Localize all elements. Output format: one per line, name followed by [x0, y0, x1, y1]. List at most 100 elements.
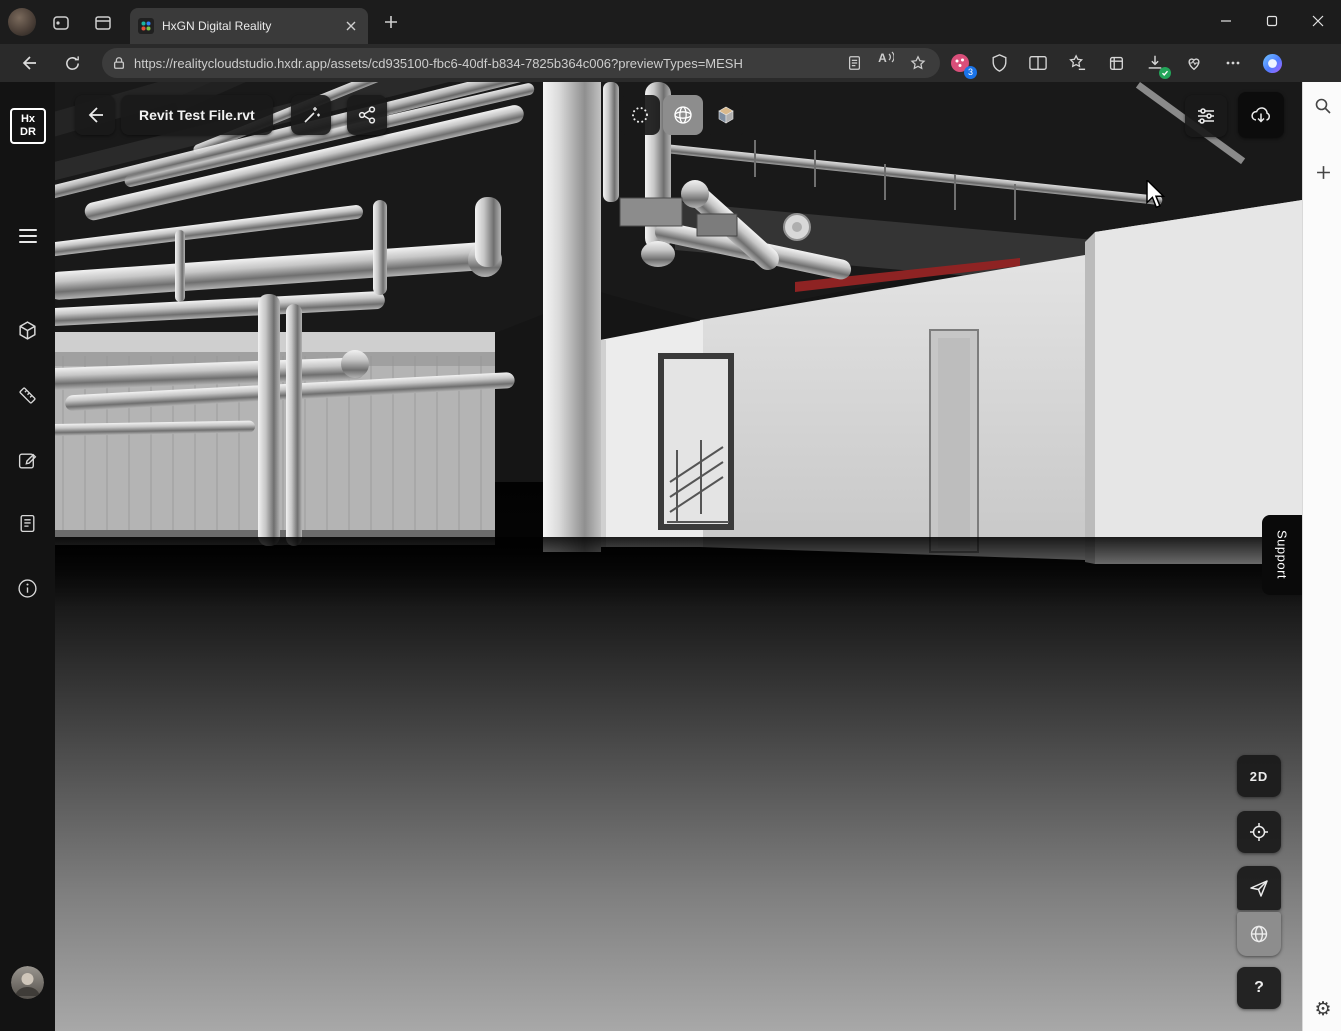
edge-sidebar: ⚙: [1302, 82, 1341, 1031]
sidebar-item-assets[interactable]: [9, 312, 46, 349]
asset-title-chip: Revit Test File.rvt: [121, 95, 273, 135]
viewer-3d-scene[interactable]: [55, 82, 1302, 1031]
refresh-button[interactable]: [58, 49, 86, 77]
read-aloud-button[interactable]: A: [874, 51, 898, 75]
tab-actions-button[interactable]: [90, 10, 116, 36]
extension-button-2[interactable]: [985, 49, 1013, 77]
sliders-icon: [1196, 106, 1216, 126]
read-aloud-icon: A: [878, 51, 887, 65]
page-icon: [847, 55, 862, 71]
fly-navigation-button[interactable]: [1237, 866, 1281, 910]
more-icon: [1225, 55, 1241, 71]
share-button[interactable]: [347, 95, 387, 135]
copilot-icon: [1262, 53, 1283, 74]
cube-icon: [17, 320, 38, 341]
check-icon: [1161, 69, 1169, 77]
close-icon: [346, 21, 356, 31]
downloads-button[interactable]: [1141, 49, 1169, 77]
favorites-hub-button[interactable]: [1063, 49, 1091, 77]
favorites-hub-icon: [1068, 54, 1086, 72]
browser-toolbar: https://realitycloudstudio.hxdr.app/asse…: [0, 44, 1341, 82]
hxdr-logo-line2: DR: [20, 126, 36, 139]
toolbar-extensions-area: 3: [946, 48, 1286, 78]
toggle-mesh[interactable]: [663, 95, 703, 135]
workspaces-button[interactable]: [48, 10, 74, 36]
immersive-reader-button[interactable]: [842, 51, 866, 75]
download-asset-button[interactable]: [1238, 92, 1284, 138]
browser-essentials-button[interactable]: [1180, 49, 1208, 77]
sidebar-search-button[interactable]: [1309, 92, 1337, 120]
globe-navigation-button[interactable]: [1237, 912, 1281, 956]
address-bar[interactable]: https://realitycloudstudio.hxdr.app/asse…: [102, 48, 940, 78]
asset-title: Revit Test File.rvt: [139, 107, 255, 123]
hxdr-logo-line1: Hx: [21, 113, 35, 126]
paper-plane-icon: [1249, 878, 1269, 898]
main-menu-button[interactable]: [9, 217, 46, 254]
viewer-area: Revit Test File.rvt: [55, 82, 1302, 1031]
point-cloud-icon: [630, 105, 650, 125]
info-icon: [17, 578, 38, 599]
help-button[interactable]: ?: [1237, 967, 1281, 1009]
globe-icon: [1249, 924, 1269, 944]
locate-button[interactable]: [1237, 811, 1281, 853]
inspect-tool-button[interactable]: [291, 95, 331, 135]
active-tab[interactable]: HxGN Digital Reality: [130, 8, 368, 44]
star-icon: [910, 55, 926, 71]
tab-close-button[interactable]: [342, 17, 360, 35]
extension-badge: 3: [964, 66, 977, 79]
toggle-textured-model[interactable]: [706, 95, 746, 135]
split-screen-button[interactable]: [1024, 49, 1052, 77]
shield-icon: [991, 54, 1008, 72]
minimize-icon: [1220, 15, 1232, 27]
viewer-back-button[interactable]: [75, 95, 115, 135]
support-tab[interactable]: Support: [1262, 515, 1302, 595]
sound-waves-icon: [888, 51, 894, 63]
share-icon: [357, 105, 377, 125]
2d-label: 2D: [1250, 769, 1269, 784]
gear-icon: ⚙: [1314, 998, 1331, 1020]
toggle-point-cloud[interactable]: [620, 95, 660, 135]
download-complete-badge: [1159, 67, 1171, 79]
sheets-icon: [17, 513, 38, 534]
window-controls: [1203, 0, 1341, 42]
measure-icon: [17, 385, 38, 406]
user-avatar-image: [11, 966, 44, 999]
search-icon: [1314, 97, 1332, 115]
copilot-button[interactable]: [1258, 49, 1286, 77]
favorite-star-button[interactable]: [906, 51, 930, 75]
settings-more-button[interactable]: [1219, 49, 1247, 77]
browser-tab-strip: HxGN Digital Reality: [0, 0, 1341, 44]
sidebar-settings-button[interactable]: ⚙: [1309, 995, 1337, 1023]
2d-view-button[interactable]: 2D: [1237, 755, 1281, 797]
site-permissions-icon: [112, 55, 126, 71]
heart-pulse-icon: [1185, 54, 1203, 72]
url-text: https://realitycloudstudio.hxdr.app/asse…: [134, 56, 834, 71]
sidebar-item-info[interactable]: [9, 570, 46, 607]
tab-actions-icon: [94, 14, 112, 32]
sidebar-item-annotate[interactable]: [9, 442, 46, 479]
back-arrow-icon: [85, 105, 105, 125]
user-avatar[interactable]: [11, 966, 44, 999]
display-settings-button[interactable]: [1185, 95, 1227, 137]
sidebar-item-measure[interactable]: [9, 377, 46, 414]
close-icon: [1312, 15, 1324, 27]
crosshair-icon: [1249, 822, 1269, 842]
window-minimize-button[interactable]: [1203, 0, 1249, 42]
textured-cube-icon: [716, 105, 736, 125]
collections-button[interactable]: [1102, 49, 1130, 77]
tab-favicon: [138, 18, 154, 34]
new-tab-button[interactable]: [380, 11, 402, 33]
back-button[interactable]: [14, 49, 42, 77]
help-label: ?: [1254, 979, 1264, 997]
window-maximize-button[interactable]: [1249, 0, 1295, 42]
annotate-icon: [17, 450, 38, 471]
maximize-icon: [1266, 15, 1278, 27]
sidebar-add-button[interactable]: [1309, 158, 1337, 186]
hamburger-icon: [19, 229, 37, 243]
hxdr-logo[interactable]: Hx DR: [10, 108, 46, 144]
sidebar-item-sheets[interactable]: [9, 505, 46, 542]
extension-button-1[interactable]: 3: [946, 49, 974, 77]
browser-profile-avatar[interactable]: [8, 8, 36, 36]
tab-title: HxGN Digital Reality: [162, 19, 334, 33]
window-close-button[interactable]: [1295, 0, 1341, 42]
